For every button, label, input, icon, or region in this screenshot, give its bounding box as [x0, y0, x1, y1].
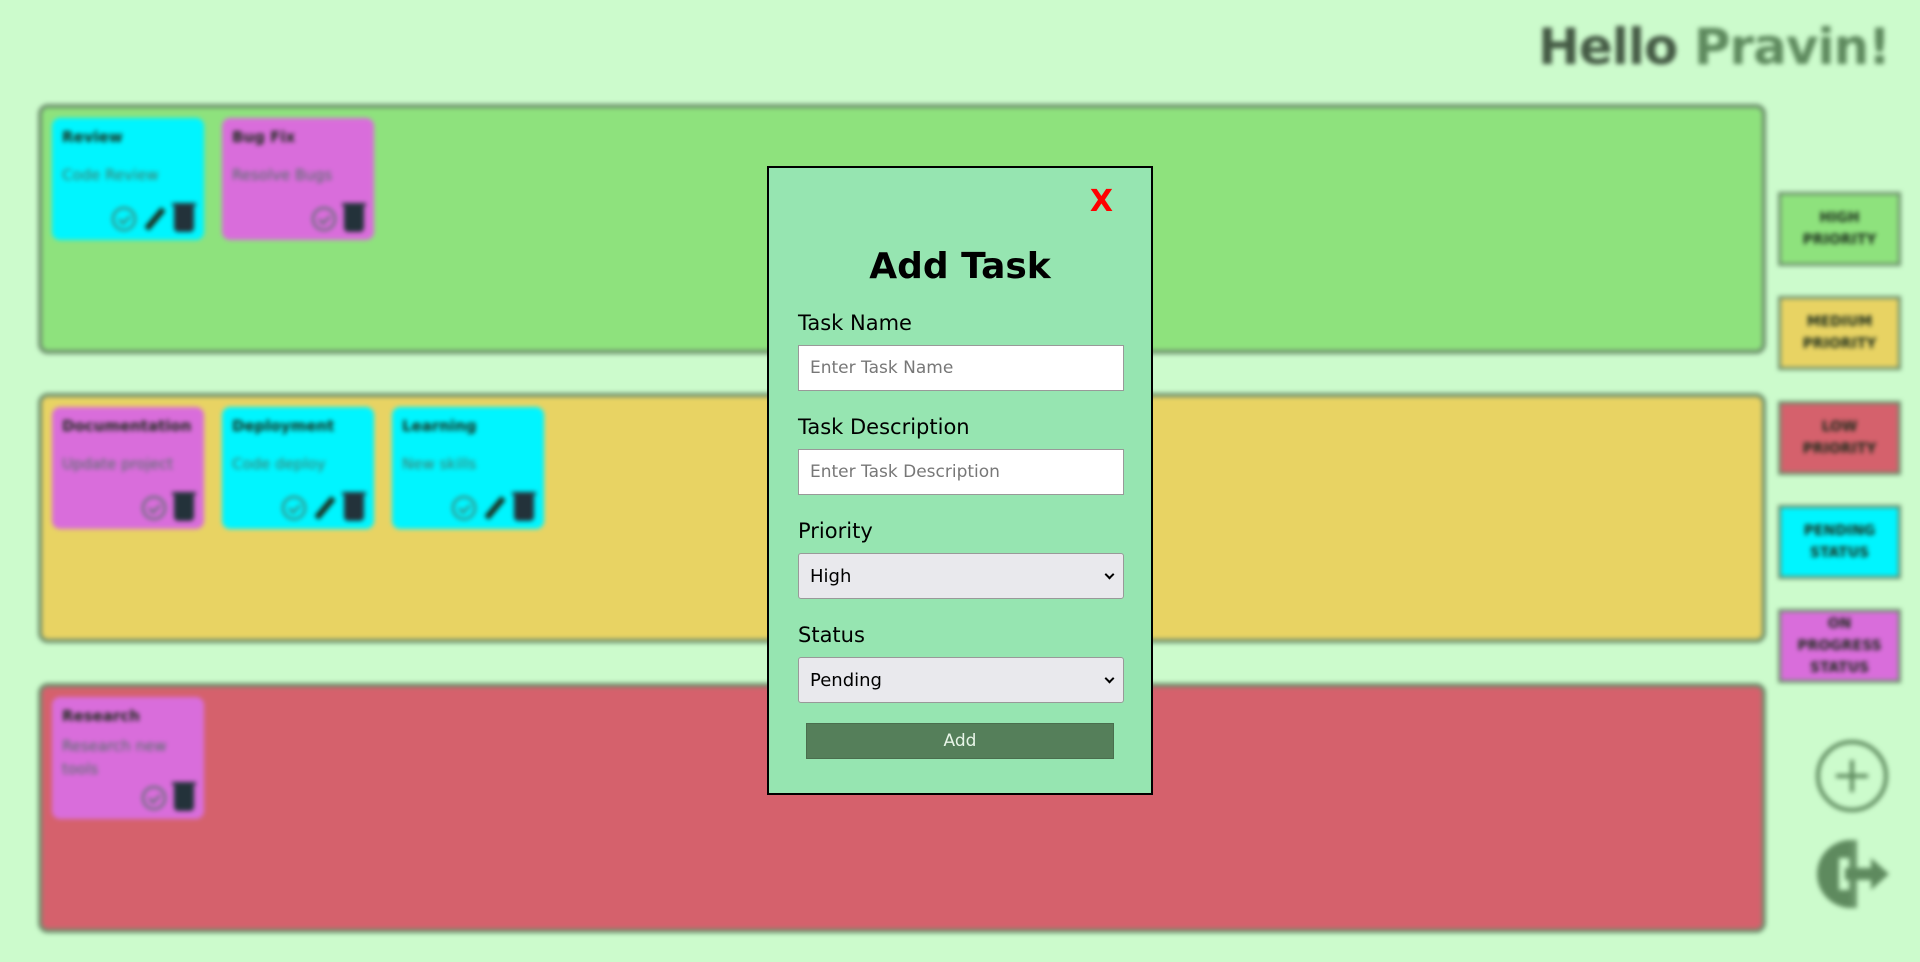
- edit-icon[interactable]: [314, 496, 336, 520]
- priority-label: Priority: [798, 519, 873, 543]
- task-description: Update project: [62, 455, 174, 473]
- task-title: Learning: [402, 417, 477, 435]
- edit-icon[interactable]: [144, 207, 166, 231]
- complete-icon[interactable]: [142, 786, 166, 810]
- chevron-down-icon: [1104, 673, 1115, 683]
- task-name-label: Task Name: [798, 311, 912, 335]
- priority-selected-value: High: [810, 565, 852, 587]
- add-task-plus-icon[interactable]: [1816, 740, 1888, 812]
- task-card[interactable]: Research Research new tools: [52, 697, 204, 819]
- task-title: Documentation: [62, 417, 192, 435]
- low-priority-filter-button[interactable]: LOW PRIORITY: [1778, 401, 1901, 475]
- status-label: Status: [798, 623, 865, 647]
- complete-icon[interactable]: [452, 496, 476, 520]
- add-task-modal: X Add Task Task Name Task Description Pr…: [767, 166, 1153, 795]
- task-title: Deployment: [232, 417, 335, 435]
- delete-icon[interactable]: [172, 782, 196, 811]
- task-title: Bug Fix: [232, 128, 296, 146]
- pending-status-filter-button[interactable]: PENDING STATUS: [1778, 505, 1901, 579]
- logout-icon[interactable]: [1813, 836, 1893, 912]
- user-name: Pravin!: [1693, 18, 1891, 76]
- task-description: Code Review: [62, 166, 159, 184]
- complete-icon[interactable]: [312, 207, 336, 231]
- delete-icon[interactable]: [512, 492, 536, 521]
- delete-icon[interactable]: [342, 492, 366, 521]
- task-card[interactable]: Deployment Code deploy: [222, 407, 374, 529]
- task-title: Research: [62, 707, 140, 725]
- task-description: Research new tools: [62, 737, 167, 778]
- task-card[interactable]: Documentation Update project: [52, 407, 204, 529]
- complete-icon[interactable]: [142, 496, 166, 520]
- greeting: Hello Pravin!: [1538, 18, 1891, 76]
- task-description-label: Task Description: [798, 415, 970, 439]
- close-modal-button[interactable]: X: [1090, 184, 1113, 219]
- complete-icon[interactable]: [112, 207, 136, 231]
- task-card[interactable]: Learning New skills: [392, 407, 544, 529]
- edit-icon[interactable]: [484, 496, 506, 520]
- add-button[interactable]: Add: [806, 723, 1114, 759]
- task-card[interactable]: Review Code Review: [52, 118, 204, 240]
- status-select[interactable]: Pending: [798, 657, 1124, 703]
- complete-icon[interactable]: [282, 496, 306, 520]
- task-description-input[interactable]: [798, 449, 1124, 495]
- delete-icon[interactable]: [172, 203, 196, 232]
- delete-icon[interactable]: [342, 203, 366, 232]
- task-title: Review: [62, 128, 123, 146]
- task-description: Code deploy: [232, 455, 326, 473]
- task-card[interactable]: Bug Fix Resolve Bugs: [222, 118, 374, 240]
- medium-priority-filter-button[interactable]: MEDIUM PRIORITY: [1778, 296, 1901, 370]
- greeting-text: Hello: [1538, 18, 1694, 76]
- high-priority-filter-button[interactable]: HIGH PRIORITY: [1778, 192, 1901, 266]
- chevron-down-icon: [1104, 569, 1115, 579]
- priority-select[interactable]: High: [798, 553, 1124, 599]
- modal-title: Add Task: [869, 246, 1051, 287]
- on-progress-status-filter-button[interactable]: ON PROGRESS STATUS: [1778, 609, 1901, 683]
- task-description: Resolve Bugs: [232, 166, 333, 184]
- status-selected-value: Pending: [810, 669, 882, 691]
- task-description: New skills: [402, 455, 477, 473]
- task-name-input[interactable]: [798, 345, 1124, 391]
- delete-icon[interactable]: [172, 492, 196, 521]
